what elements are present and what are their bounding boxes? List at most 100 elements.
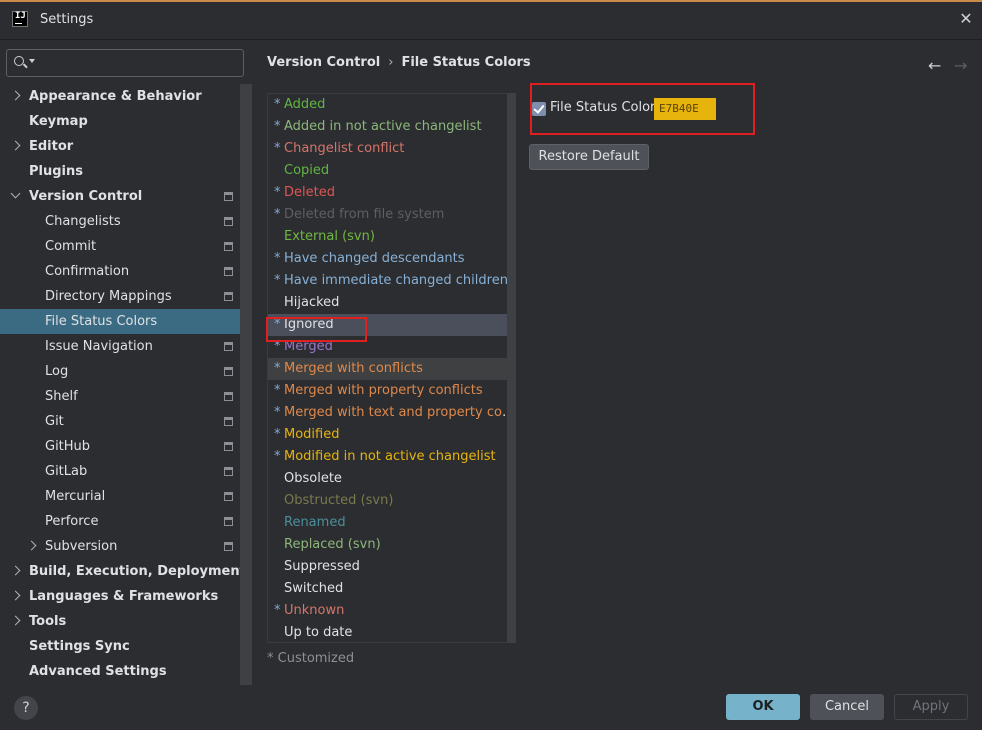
sidebar-item-label: Settings Sync [29, 639, 130, 654]
customized-marker: * [274, 449, 281, 464]
cancel-button[interactable]: Cancel [810, 694, 884, 720]
sidebar-item-file-status-colors[interactable]: File Status Colors [0, 309, 240, 334]
file-status-item-deleted-from-file-system[interactable]: * Deleted from file system [268, 204, 515, 226]
sidebar-item-build-execution-deployment[interactable]: Build, Execution, Deployment [0, 559, 246, 584]
file-status-color-swatch[interactable]: E7B40E [654, 98, 716, 120]
chevron-right-icon[interactable] [10, 590, 21, 601]
sidebar-item-perforce[interactable]: Perforce [0, 509, 240, 534]
project-level-icon [224, 192, 233, 201]
sidebar-item-changelists[interactable]: Changelists [0, 209, 240, 234]
file-status-label: Hijacked [284, 295, 340, 310]
customized-marker: * [274, 427, 281, 442]
sidebar-item-label: GitLab [45, 464, 88, 479]
search-options-icon[interactable] [29, 59, 35, 63]
file-status-label: Have immediate changed children [284, 273, 508, 288]
file-status-item-suppressed[interactable]: Suppressed [268, 556, 515, 578]
chevron-right-icon[interactable] [10, 90, 21, 101]
sidebar-item-editor[interactable]: Editor [0, 134, 240, 159]
sidebar-item-shelf[interactable]: Shelf [0, 384, 240, 409]
file-status-item-merged-with-conflicts[interactable]: * Merged with conflicts [268, 358, 515, 380]
sidebar-item-git[interactable]: Git [0, 409, 240, 434]
sidebar-item-issue-navigation[interactable]: Issue Navigation [0, 334, 240, 359]
file-status-item-changelist-conflict[interactable]: * Changelist conflict [268, 138, 515, 160]
file-status-label: Copied [284, 163, 330, 178]
sidebar-item-advanced-settings[interactable]: Advanced Settings [0, 659, 240, 684]
file-status-item-copied[interactable]: Copied [268, 160, 515, 182]
breadcrumb-parent[interactable]: Version Control [267, 55, 380, 70]
sidebar-item-confirmation[interactable]: Confirmation [0, 259, 240, 284]
file-status-list[interactable]: * Added * Added in not active changelist * Ch… [267, 93, 516, 643]
back-arrow-icon[interactable]: ← [928, 56, 941, 75]
file-status-item-added[interactable]: * Added [268, 94, 515, 116]
sidebar-scrollbar[interactable] [240, 84, 252, 685]
annotation-highlight-ignored [266, 317, 367, 342]
file-status-item-deleted[interactable]: * Deleted [268, 182, 515, 204]
file-status-color-checkbox[interactable] [532, 102, 546, 116]
sidebar-item-commit[interactable]: Commit [0, 234, 240, 259]
chevron-down-icon[interactable] [10, 188, 21, 199]
forward-arrow-icon[interactable]: → [954, 56, 967, 75]
help-icon[interactable]: ? [14, 696, 38, 720]
sidebar-item-label: Version Control [29, 189, 143, 204]
file-status-label: Have changed descendants [284, 251, 465, 266]
chevron-right-icon[interactable] [10, 140, 21, 151]
project-level-icon [224, 542, 233, 551]
restore-default-button[interactable]: Restore Default [529, 144, 649, 170]
file-status-item-modified[interactable]: * Modified [268, 424, 515, 446]
file-status-item-have-immediate-changed-children[interactable]: * Have immediate changed children [268, 270, 515, 292]
sidebar-item-subversion[interactable]: Subversion [0, 534, 240, 559]
sidebar-item-gitlab[interactable]: GitLab [0, 459, 240, 484]
sidebar-item-plugins[interactable]: Plugins [0, 159, 240, 184]
close-icon[interactable]: ✕ [958, 10, 974, 28]
file-status-label: Obstructed (svn) [284, 493, 394, 508]
file-status-label: Up to date [284, 625, 353, 640]
customized-marker: * [274, 361, 281, 376]
ok-button[interactable]: OK [726, 694, 800, 720]
chevron-right-icon[interactable] [10, 615, 21, 626]
sidebar-item-label: Shelf [45, 389, 78, 404]
file-status-item-merged-with-property-conflicts[interactable]: * Merged with property conflicts [268, 380, 515, 402]
settings-sidebar: Appearance & Behavior Keymap Editor Plugins… [0, 40, 252, 685]
sidebar-item-label: Issue Navigation [45, 339, 153, 354]
sidebar-item-log[interactable]: Log [0, 359, 240, 384]
file-status-item-obsolete[interactable]: Obsolete [268, 468, 515, 490]
dialog-button-bar: ? OK Cancel Apply [0, 685, 982, 730]
file-status-label: Modified [284, 427, 340, 442]
search-input[interactable] [6, 49, 244, 77]
sidebar-item-github[interactable]: GitHub [0, 434, 240, 459]
sidebar-item-label: Editor [29, 139, 74, 154]
file-status-item-hijacked[interactable]: Hijacked [268, 292, 515, 314]
file-status-label: Added [284, 97, 326, 112]
file-status-item-switched[interactable]: Switched [268, 578, 515, 600]
chevron-right-icon[interactable] [26, 540, 37, 551]
sidebar-item-tools[interactable]: Tools [0, 609, 240, 634]
apply-button[interactable]: Apply [894, 694, 968, 720]
status-list-scrollbar[interactable] [507, 93, 516, 643]
file-status-item-obstructed-svn[interactable]: Obstructed (svn) [268, 490, 515, 512]
file-status-item-up-to-date[interactable]: Up to date [268, 622, 515, 642]
window-title: Settings [40, 12, 94, 27]
file-status-item-merged-with-text-and-property-conflicts[interactable]: *Merged with text and property conflicts [268, 402, 515, 424]
sidebar-item-keymap[interactable]: Keymap [0, 109, 240, 134]
file-status-item-added-in-not-active-changelist[interactable]: * Added in not active changelist [268, 116, 515, 138]
sidebar-item-directory-mappings[interactable]: Directory Mappings [0, 284, 240, 309]
sidebar-item-appearance-behavior[interactable]: Appearance & Behavior [0, 84, 240, 109]
sidebar-item-languages-frameworks[interactable]: Languages & Frameworks [0, 584, 240, 609]
chevron-right-icon[interactable] [10, 565, 21, 576]
project-level-icon [224, 217, 233, 226]
file-status-item-modified-in-not-active-changelist[interactable]: * Modified in not active changelist [268, 446, 515, 468]
sidebar-item-version-control[interactable]: Version Control [0, 184, 240, 209]
file-status-label: Renamed [284, 515, 346, 530]
project-level-icon [224, 392, 233, 401]
sidebar-item-mercurial[interactable]: Mercurial [0, 484, 240, 509]
file-status-item-replaced-svn[interactable]: Replaced (svn) [268, 534, 515, 556]
app-icon: IJ [12, 11, 28, 27]
project-level-icon [224, 492, 233, 501]
file-status-item-unknown[interactable]: * Unknown [268, 600, 515, 622]
file-status-label: Deleted [284, 185, 335, 200]
breadcrumb-current: File Status Colors [401, 55, 531, 70]
file-status-item-external-svn[interactable]: External (svn) [268, 226, 515, 248]
file-status-item-have-changed-descendants[interactable]: * Have changed descendants [268, 248, 515, 270]
file-status-item-renamed[interactable]: Renamed [268, 512, 515, 534]
sidebar-item-settings-sync[interactable]: Settings Sync [0, 634, 240, 659]
